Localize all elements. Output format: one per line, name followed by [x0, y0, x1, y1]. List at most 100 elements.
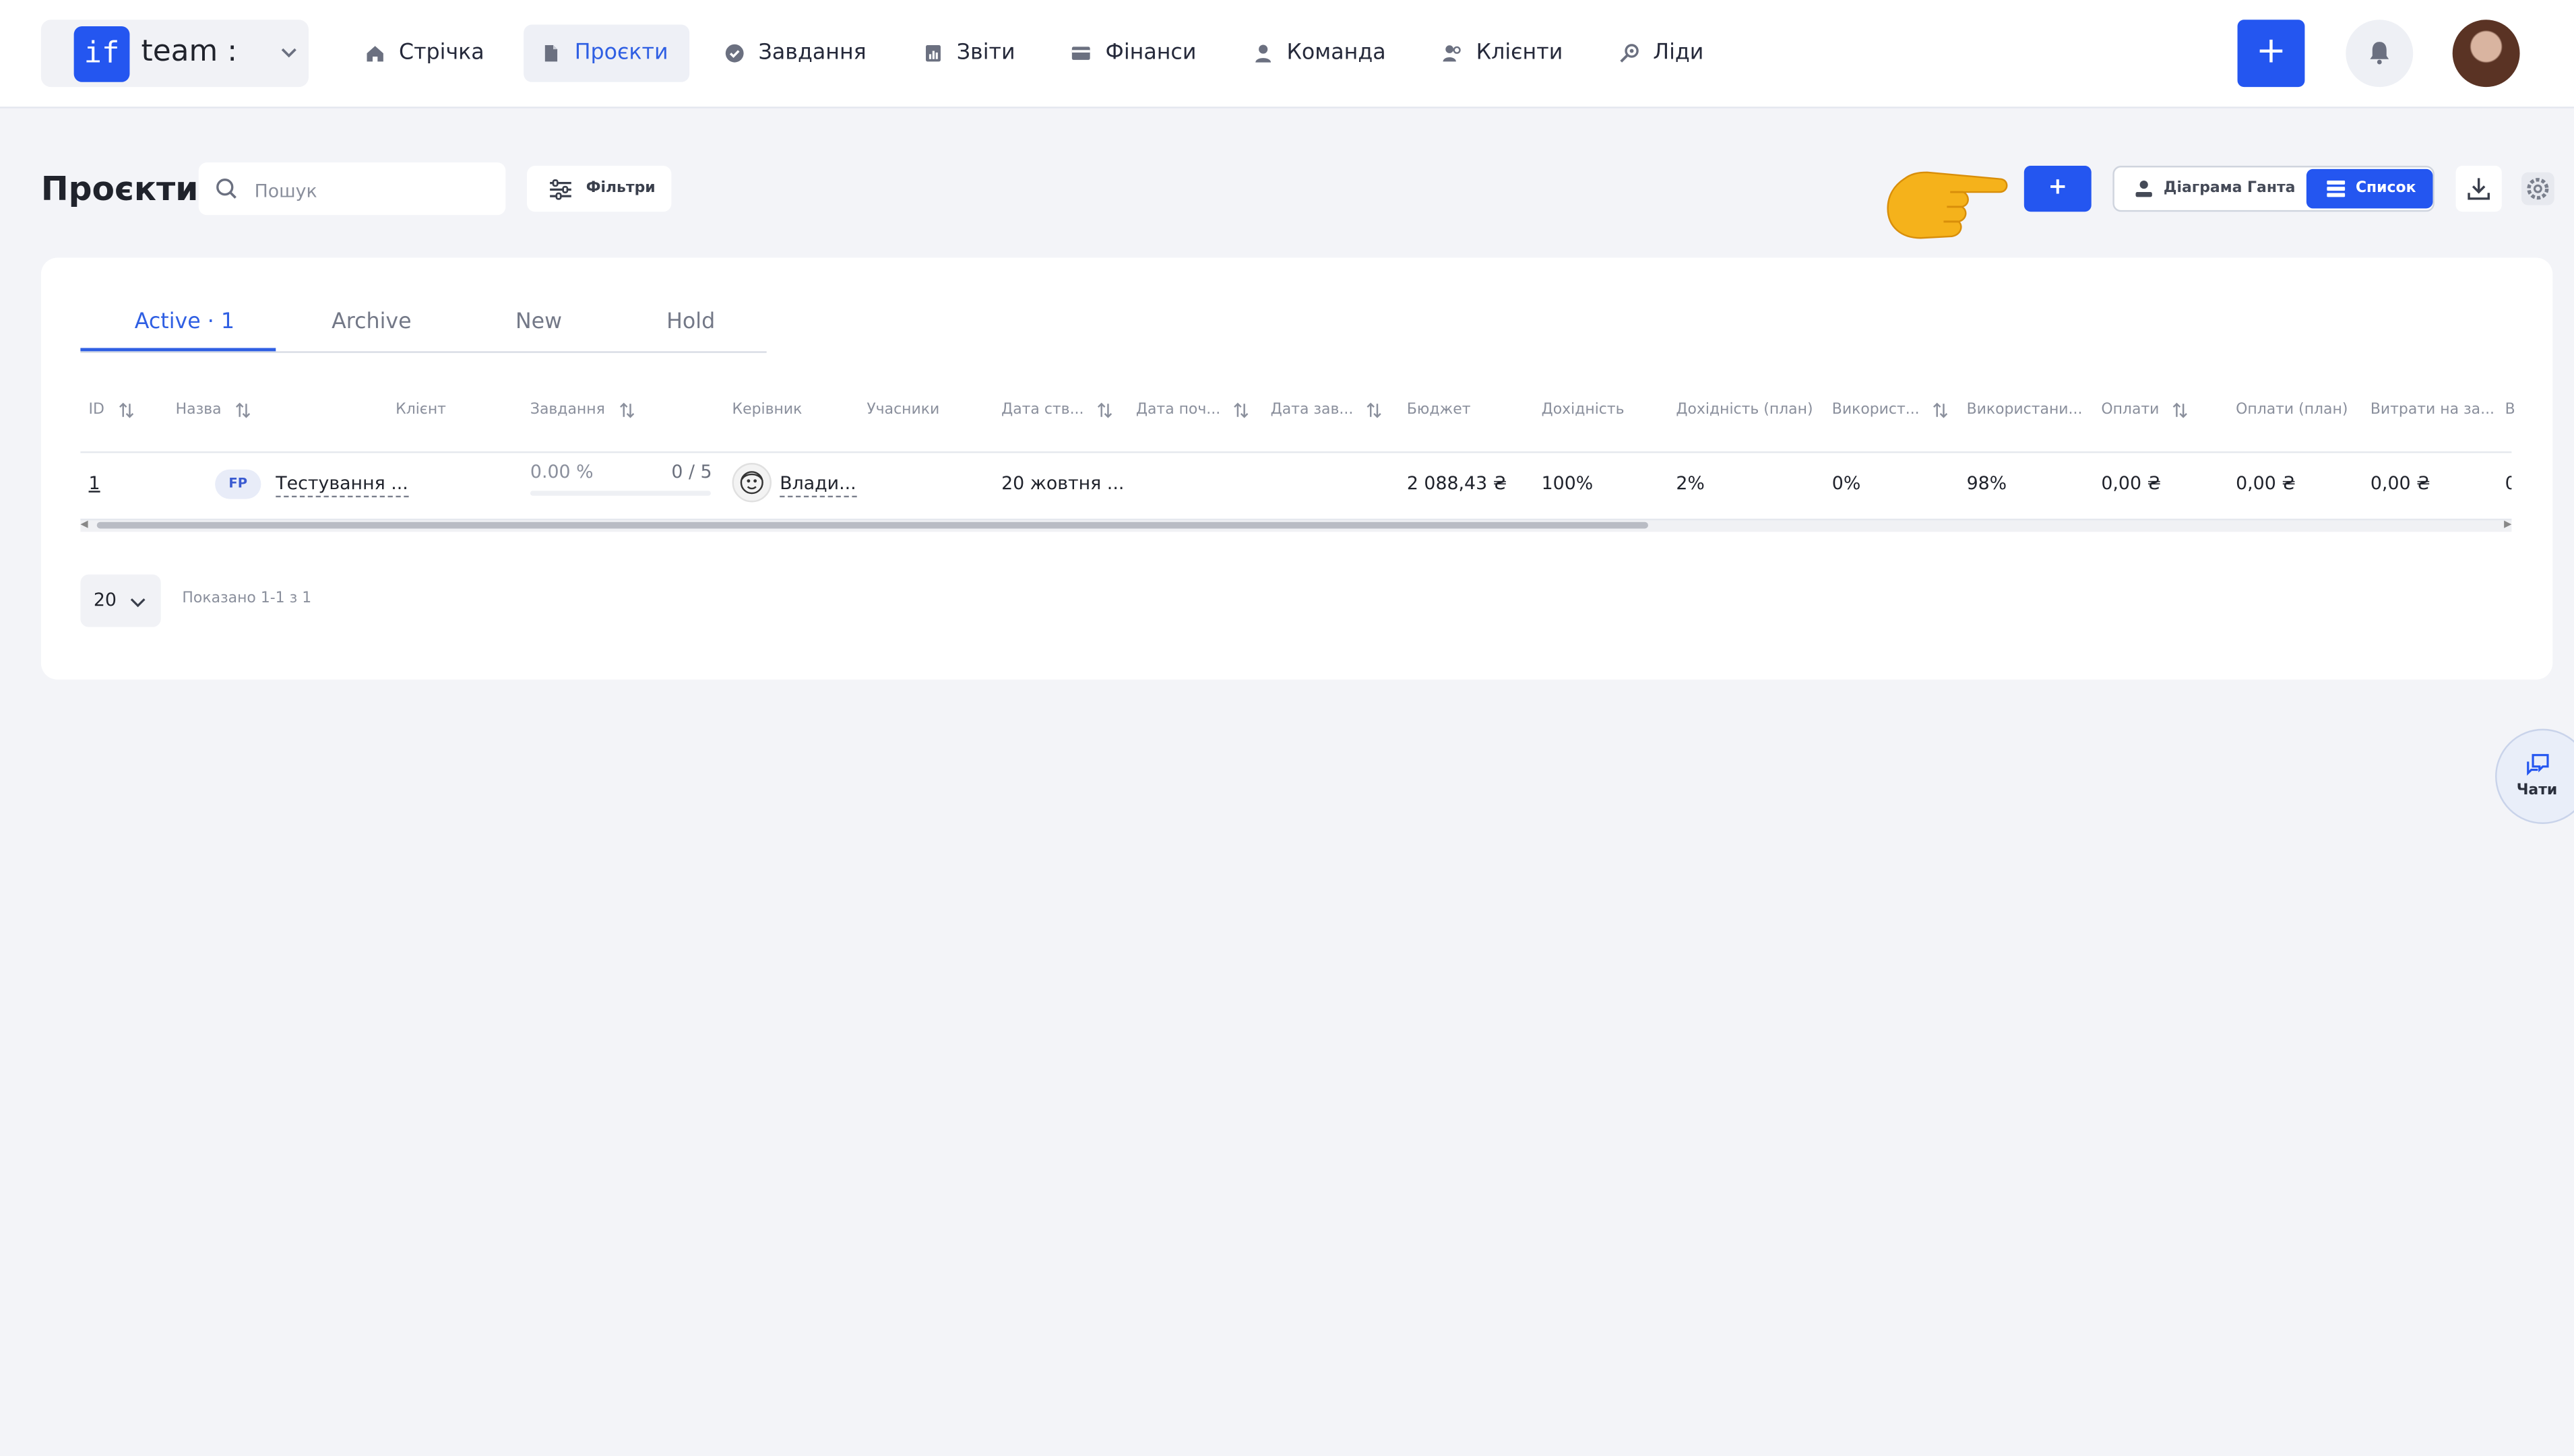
project-payments: 0,00 ₴ — [2101, 472, 2162, 495]
chevron-down-icon — [130, 598, 146, 608]
column-header-used-2[interactable]: Використани... — [1967, 402, 2083, 418]
nav-label: Клієнти — [1476, 40, 1563, 66]
column-header-payments[interactable]: Оплати — [2101, 402, 2189, 418]
column-header-manager[interactable]: Керівник — [732, 402, 803, 418]
top-bar: if team : Стрічка Проєкти Завдання Звіти — [0, 0, 2574, 108]
projects-card: Active · 1 Archive New Hold ID Назва Клі… — [40, 257, 2553, 680]
table-row[interactable]: 1 FP Тестування ... 0.00 % 0 / 5 Влади..… — [80, 453, 2511, 518]
chats-button[interactable]: Чати — [2495, 728, 2574, 824]
user-avatar[interactable] — [2452, 20, 2520, 88]
project-name[interactable]: Тестування ... — [276, 472, 408, 498]
project-used: 0% — [1831, 472, 1861, 495]
project-budget: 2 088,43 ₴ — [1406, 472, 1507, 495]
status-tabs: Active · 1 Archive New Hold — [80, 297, 767, 353]
column-header-start[interactable]: Дата поч... — [1136, 402, 1250, 418]
project-last-cell: 0 — [2505, 473, 2512, 495]
filters-button[interactable]: Фільтри — [527, 166, 672, 212]
sort-icon — [1367, 402, 1382, 418]
leads-icon — [1619, 42, 1640, 64]
sort-icon — [235, 402, 250, 418]
scroll-left-icon[interactable]: ◀ — [80, 519, 88, 530]
column-header-used[interactable]: Використ... — [1832, 402, 1949, 418]
scrollbar-thumb[interactable] — [96, 521, 1648, 529]
report-icon — [922, 42, 944, 64]
nav-item-team[interactable]: Команда — [1236, 25, 1407, 82]
nav-item-leads[interactable]: Ліди — [1602, 25, 1725, 82]
workspace-switcher[interactable]: if team : — [40, 20, 309, 88]
add-project-button[interactable]: + — [2023, 166, 2092, 212]
column-header-created[interactable]: Дата ств... — [1001, 402, 1113, 418]
gear-icon — [2520, 170, 2556, 207]
scroll-right-icon[interactable]: ▶ — [2504, 519, 2511, 530]
sort-icon — [1933, 402, 1948, 418]
filters-label: Фільтри — [586, 180, 656, 197]
column-header-members[interactable]: Учасники — [867, 402, 939, 418]
card-icon — [1071, 42, 1092, 64]
view-toggle: Діаграма Ганта Список — [2112, 166, 2435, 212]
nav-item-feed[interactable]: Стрічка — [348, 25, 505, 82]
gantt-view-button[interactable]: Діаграма Ганта — [2114, 167, 2308, 210]
gantt-icon — [2114, 179, 2164, 199]
nav-label: Фінанси — [1105, 40, 1197, 66]
chevron-down-icon — [279, 42, 299, 62]
search-input[interactable] — [251, 172, 501, 209]
list-view-button[interactable]: Список — [2306, 168, 2433, 209]
project-expenses: 0,00 ₴ — [2370, 472, 2430, 495]
workspace-logo: if — [73, 26, 130, 82]
project-used-2: 98% — [1966, 472, 2007, 495]
chat-icon — [2527, 754, 2549, 776]
column-header-more[interactable]: В — [2505, 402, 2515, 418]
tab-active[interactable]: Active · 1 — [135, 310, 234, 335]
column-header-end[interactable]: Дата зав... — [1271, 402, 1383, 418]
tasks-percent: 0.00 % — [530, 461, 594, 483]
column-header-budget[interactable]: Бюджет — [1407, 402, 1471, 418]
sort-icon — [619, 402, 634, 418]
nav-item-projects[interactable]: Проєкти — [524, 24, 690, 82]
tab-archive[interactable]: Archive — [332, 310, 412, 335]
tasks-count: 0 / 5 — [671, 461, 712, 483]
sort-icon — [1098, 402, 1112, 418]
search-box — [198, 162, 506, 216]
check-circle-icon — [724, 42, 745, 64]
manager-avatar — [732, 463, 772, 503]
notifications-button[interactable] — [2346, 20, 2414, 88]
project-payments-plan: 0,00 ₴ — [2236, 472, 2296, 495]
page-size-select[interactable]: 20 — [80, 574, 161, 627]
project-profitability-plan: 2% — [1676, 472, 1705, 495]
horizontal-scrollbar[interactable]: ◀ ▶ — [80, 518, 2512, 532]
project-id[interactable]: 1 — [89, 473, 100, 495]
tasks-progress-bar — [530, 490, 711, 496]
page-size-value: 20 — [93, 589, 117, 611]
list-view-label: Список — [2355, 180, 2416, 197]
column-header-payments-plan[interactable]: Оплати (план) — [2236, 402, 2348, 418]
download-button[interactable] — [2455, 166, 2502, 212]
column-header-expenses[interactable]: Витрати на за... — [2371, 402, 2494, 418]
document-icon — [540, 42, 562, 64]
workspace-name: team : — [141, 34, 237, 69]
column-header-id[interactable]: ID — [89, 402, 134, 418]
table-settings-button[interactable] — [2520, 170, 2556, 207]
main-nav: Стрічка Проєкти Завдання Звіти Фінанси К… — [348, 24, 1743, 82]
pagination-info: Показано 1-1 з 1 — [182, 591, 312, 608]
nav-label: Проєкти — [574, 40, 668, 66]
page-title: Проєкти — [40, 168, 199, 209]
sliders-icon — [527, 178, 586, 199]
nav-item-clients[interactable]: Клієнти — [1425, 25, 1584, 82]
tab-new[interactable]: New — [515, 310, 562, 335]
column-header-name[interactable]: Назва — [176, 402, 251, 418]
global-add-button[interactable]: + — [2237, 20, 2305, 88]
chats-label: Чати — [2516, 783, 2558, 800]
nav-item-finances[interactable]: Фінанси — [1055, 25, 1218, 82]
column-header-tasks[interactable]: Завдання — [530, 402, 635, 418]
project-manager[interactable]: Влади... — [780, 472, 856, 498]
column-header-profitability-plan[interactable]: Дохідність (план) — [1676, 402, 1813, 418]
nav-item-tasks[interactable]: Завдання — [708, 25, 887, 82]
column-header-profitability[interactable]: Дохідність — [1542, 402, 1625, 418]
home-icon — [365, 42, 386, 64]
tab-hold[interactable]: Hold — [666, 310, 715, 335]
sort-icon — [1234, 402, 1249, 418]
nav-item-reports[interactable]: Звіти — [906, 25, 1036, 82]
table-header: ID Назва Клієнт Завдання Керівник Учасни… — [80, 399, 2515, 453]
pointing-hand-icon — [1885, 156, 2013, 245]
column-header-client[interactable]: Клієнт — [396, 402, 446, 418]
